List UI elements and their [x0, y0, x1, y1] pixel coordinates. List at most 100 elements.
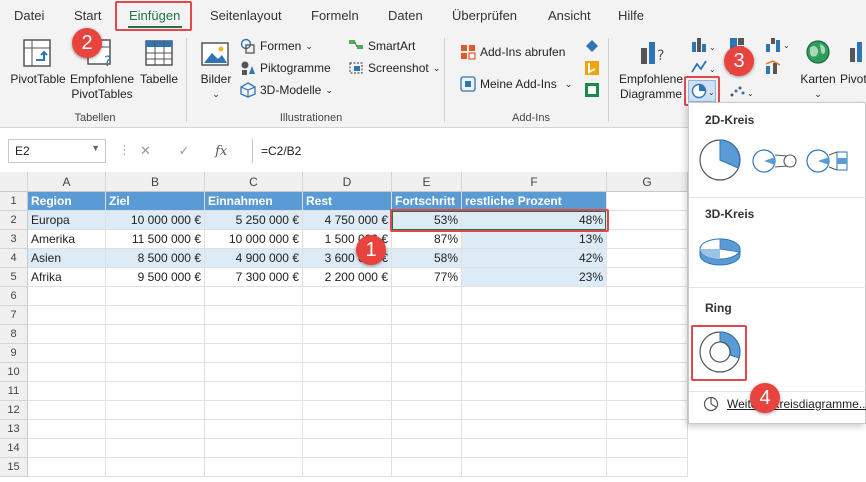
data-cell[interactable]: 5 250 000 € — [205, 211, 303, 230]
cell[interactable] — [303, 306, 392, 325]
cell[interactable] — [392, 306, 462, 325]
cell[interactable] — [607, 268, 688, 287]
screenshot-button[interactable]: Screenshot ⌄ — [348, 60, 440, 76]
cell[interactable] — [607, 249, 688, 268]
data-cell[interactable]: 7 300 000 € — [205, 268, 303, 287]
cell[interactable] — [205, 382, 303, 401]
cell[interactable] — [303, 363, 392, 382]
combo-chart-icon[interactable] — [764, 58, 790, 76]
tab-help[interactable]: Hilfe — [618, 8, 644, 23]
cell[interactable] — [106, 439, 205, 458]
cell[interactable] — [462, 458, 607, 477]
cell[interactable] — [28, 363, 106, 382]
data-cell[interactable]: 87% — [392, 230, 462, 249]
cell[interactable] — [462, 306, 607, 325]
recommended-charts-icon[interactable]: ? — [638, 38, 668, 68]
cell[interactable] — [607, 363, 688, 382]
cell[interactable] — [392, 439, 462, 458]
cell[interactable] — [607, 325, 688, 344]
cell[interactable] — [205, 363, 303, 382]
cell[interactable] — [205, 420, 303, 439]
bing-maps-icon[interactable] — [584, 60, 600, 76]
cell[interactable] — [303, 344, 392, 363]
cell[interactable] — [392, 325, 462, 344]
waterfall-chart-icon[interactable]: ⌄ — [764, 34, 790, 54]
column-header-f[interactable]: F — [462, 172, 607, 192]
cell[interactable] — [303, 458, 392, 477]
cell[interactable] — [28, 306, 106, 325]
recommended-charts-label-2[interactable]: Diagramme — [618, 87, 684, 102]
name-box-chevron-icon[interactable]: ▼ — [91, 143, 100, 153]
cell[interactable] — [607, 287, 688, 306]
cell[interactable] — [607, 382, 688, 401]
cell[interactable] — [28, 458, 106, 477]
cell[interactable] — [106, 401, 205, 420]
smartart-button[interactable]: SmartArt — [348, 38, 415, 54]
cell[interactable] — [607, 192, 688, 211]
pictograms-button[interactable]: Piktogramme — [240, 60, 331, 76]
cell[interactable] — [607, 458, 688, 477]
scatter-chart-icon[interactable]: ⌄ — [728, 82, 754, 100]
data-cell[interactable]: 58% — [392, 249, 462, 268]
recommended-pivot-label-2[interactable]: PivotTables — [66, 87, 138, 102]
recommended-pivot-label-1[interactable]: Empfohlene — [66, 72, 138, 87]
cell[interactable] — [607, 211, 688, 230]
tab-data[interactable]: Daten — [388, 8, 423, 23]
cell[interactable] — [106, 382, 205, 401]
row-header[interactable]: 4 — [0, 249, 28, 268]
data-cell[interactable]: 8 500 000 € — [106, 249, 205, 268]
cell[interactable] — [607, 420, 688, 439]
cell[interactable] — [462, 439, 607, 458]
cell[interactable] — [462, 420, 607, 439]
data-cell[interactable]: 10 000 000 € — [205, 230, 303, 249]
row-header[interactable]: 15 — [0, 458, 28, 477]
data-cell[interactable]: 4 750 000 € — [303, 211, 392, 230]
data-cell[interactable]: 42% — [462, 249, 607, 268]
cell[interactable] — [205, 439, 303, 458]
data-cell[interactable]: Europa — [28, 211, 106, 230]
data-cell[interactable]: 13% — [462, 230, 607, 249]
data-cell[interactable]: Amerika — [28, 230, 106, 249]
line-chart-icon[interactable]: ⌄ — [690, 58, 716, 76]
cell[interactable] — [28, 325, 106, 344]
row-header[interactable]: 8 — [0, 325, 28, 344]
cell[interactable] — [28, 401, 106, 420]
cell[interactable] — [303, 420, 392, 439]
row-header[interactable]: 5 — [0, 268, 28, 287]
tab-review[interactable]: Überprüfen — [452, 8, 517, 23]
column-header-b[interactable]: B — [106, 172, 205, 192]
row-header[interactable]: 7 — [0, 306, 28, 325]
confirm-formula-icon[interactable]: ✓ — [179, 143, 190, 158]
cell[interactable] — [106, 306, 205, 325]
cancel-formula-icon[interactable]: ✕ — [140, 143, 151, 158]
cell[interactable] — [205, 287, 303, 306]
globe-maps-icon[interactable] — [804, 38, 832, 66]
cell[interactable] — [392, 363, 462, 382]
cell[interactable] — [28, 439, 106, 458]
cell[interactable] — [607, 230, 688, 249]
cell[interactable] — [607, 344, 688, 363]
cell[interactable] — [106, 287, 205, 306]
cell[interactable] — [106, 363, 205, 382]
cell[interactable] — [462, 363, 607, 382]
cell[interactable] — [303, 287, 392, 306]
cell[interactable] — [28, 420, 106, 439]
data-cell[interactable]: Afrika — [28, 268, 106, 287]
header-cell[interactable]: Region — [28, 192, 106, 211]
tab-formulas[interactable]: Formeln — [311, 8, 359, 23]
tab-file[interactable]: Datei — [14, 8, 44, 23]
tab-home[interactable]: Start — [74, 8, 101, 23]
recommended-charts-label-1[interactable]: Empfohlene — [618, 72, 684, 87]
more-pie-charts-link[interactable]: Weitere Kreisdiagramme... — [727, 397, 866, 411]
cell[interactable] — [28, 382, 106, 401]
row-header[interactable]: 14 — [0, 439, 28, 458]
cell[interactable] — [462, 401, 607, 420]
row-header[interactable]: 10 — [0, 363, 28, 382]
name-box[interactable]: E2 ▼ — [8, 139, 106, 163]
cell[interactable] — [392, 420, 462, 439]
data-cell[interactable]: 9 500 000 € — [106, 268, 205, 287]
column-header-d[interactable]: D — [303, 172, 392, 192]
column-header-c[interactable]: C — [205, 172, 303, 192]
pie-of-pie-option[interactable] — [751, 147, 799, 175]
maps-label[interactable]: Karten — [796, 72, 840, 87]
